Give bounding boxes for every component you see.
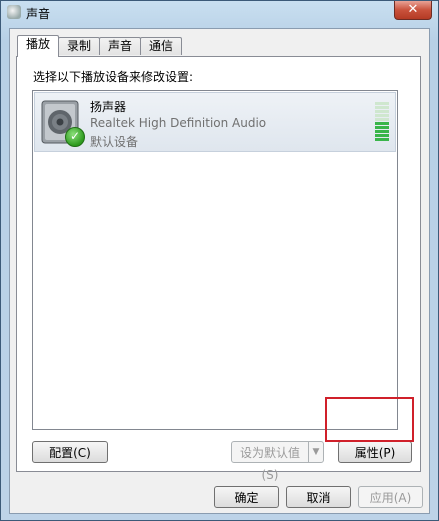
level-bar xyxy=(375,110,389,113)
close-icon: ✕ xyxy=(407,2,419,17)
close-button[interactable]: ✕ xyxy=(394,1,432,20)
level-bar xyxy=(375,122,389,125)
device-item-speakers[interactable]: ✓ 扬声器 Realtek High Definition Audio 默认设备 xyxy=(34,92,396,152)
playback-device-list[interactable]: ✓ 扬声器 Realtek High Definition Audio 默认设备 xyxy=(32,90,398,430)
level-bar xyxy=(375,126,389,129)
device-driver: Realtek High Definition Audio xyxy=(90,116,267,130)
level-bar xyxy=(375,114,389,117)
level-bar xyxy=(375,138,389,141)
sound-dialog: 声音 ✕ 播放 录制 声音 通信 选择以下播放设备来修改设置: ✓ 扬声器 Re… xyxy=(0,0,439,521)
properties-button[interactable]: 属性(P) xyxy=(338,441,412,463)
tab-playback[interactable]: 播放 xyxy=(17,35,59,57)
level-bar xyxy=(375,118,389,121)
apply-button[interactable]: 应用(A) xyxy=(358,486,423,508)
device-status: 默认设备 xyxy=(90,135,139,149)
set-default-button[interactable]: 设为默认值(S) xyxy=(231,441,309,482)
level-bar xyxy=(375,130,389,133)
set-default-dropdown[interactable]: ▼ xyxy=(308,441,324,463)
level-bar xyxy=(375,134,389,137)
cancel-button[interactable]: 取消 xyxy=(286,486,351,508)
device-name: 扬声器 xyxy=(90,100,127,114)
ok-button[interactable]: 确定 xyxy=(214,486,279,508)
tab-recording[interactable]: 录制 xyxy=(58,37,100,55)
chevron-down-icon: ▼ xyxy=(312,447,320,457)
title-bar[interactable]: 声音 ✕ xyxy=(1,1,438,25)
tab-sounds[interactable]: 声音 xyxy=(99,37,141,55)
instruction-text: 选择以下播放设备来修改设置: xyxy=(33,70,194,84)
configure-button[interactable]: 配置(C) xyxy=(32,441,108,463)
level-bar xyxy=(375,102,389,105)
tab-communications[interactable]: 通信 xyxy=(140,37,182,55)
speaker-app-icon xyxy=(7,5,21,19)
default-check-icon: ✓ xyxy=(65,127,85,147)
highlight-annotation xyxy=(325,397,414,442)
window-title: 声音 xyxy=(26,7,51,21)
volume-level-meter xyxy=(375,102,389,142)
level-bar xyxy=(375,106,389,109)
